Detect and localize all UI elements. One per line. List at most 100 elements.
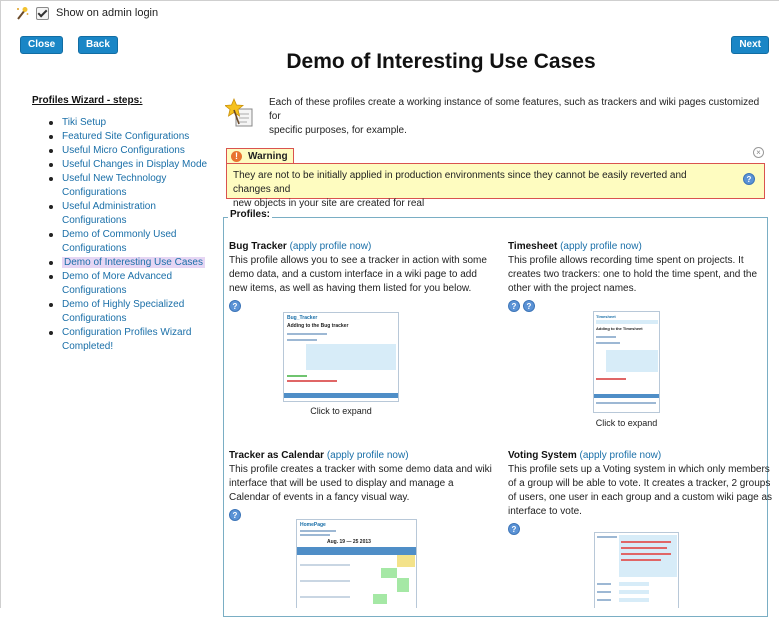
steps-list: Tiki Setup Featured Site Configurations …: [32, 116, 210, 354]
step-useful-micro-configurations[interactable]: Useful Micro Configurations: [32, 144, 210, 158]
step-label[interactable]: Useful Changes in Display Mode: [62, 159, 207, 170]
desc-line: other with the project names.: [508, 283, 637, 294]
profile-description: This profile creates a tracker with some…: [229, 463, 499, 505]
step-label[interactable]: Demo of Interesting Use Cases: [62, 257, 205, 268]
warning-title: Warning: [248, 150, 288, 162]
step-useful-changes-display-mode[interactable]: Useful Changes in Display Mode: [32, 158, 210, 172]
step-label[interactable]: Demo of Commonly Used Configurations: [62, 229, 176, 254]
step-demo-commonly-used[interactable]: Demo of Commonly Used Configurations: [32, 228, 210, 256]
click-to-expand-caption[interactable]: Click to expand: [283, 406, 399, 416]
profile-voting-system: Voting System (apply profile now) This p…: [508, 449, 778, 535]
thumb-event: [397, 578, 409, 592]
thumb-calendar-header: [297, 547, 416, 555]
page-title: Demo of Interesting Use Cases: [286, 50, 596, 73]
step-label[interactable]: Tiki Setup: [62, 117, 106, 128]
close-button[interactable]: Close: [20, 36, 64, 54]
apply-profile-link[interactable]: (apply profile now): [290, 241, 372, 252]
warning-header: ! Warning: [226, 148, 294, 163]
profile-title: Bug Tracker (apply profile now): [229, 240, 499, 254]
thumb-line: [597, 591, 611, 593]
window-frame-top: [0, 0, 779, 1]
step-label[interactable]: Demo of Highly Specialized Configuration…: [62, 299, 184, 324]
thumb-line: [300, 534, 330, 536]
thumb-textarea: [306, 344, 396, 370]
help-icon[interactable]: ?: [229, 509, 241, 521]
thumb-line: [300, 564, 350, 566]
desc-line: This profile sets up a Voting system in …: [508, 464, 770, 475]
thumb-table-header: [284, 393, 398, 398]
thumb-field: [619, 590, 649, 594]
thumb-field: [619, 582, 649, 586]
apply-profile-link[interactable]: (apply profile now): [580, 450, 662, 461]
thumb-line: [287, 375, 307, 377]
next-button[interactable]: Next: [731, 36, 769, 54]
step-label[interactable]: Demo of More Advanced Configurations: [62, 271, 172, 296]
thumb-line: [596, 402, 656, 404]
intro-line-1: Each of these profiles create a working …: [269, 97, 760, 122]
back-button[interactable]: Back: [78, 36, 118, 54]
step-demo-more-advanced[interactable]: Demo of More Advanced Configurations: [32, 270, 210, 298]
step-label[interactable]: Useful New Technology Configurations: [62, 173, 166, 198]
thumb-line: [621, 553, 671, 555]
apply-profile-link[interactable]: (apply profile now): [560, 241, 642, 252]
help-icon[interactable]: ?: [508, 523, 520, 535]
thumb-event: [397, 555, 415, 567]
sidebar-heading: Profiles Wizard - steps:: [32, 95, 143, 106]
desc-line: interface that will be used to display a…: [229, 478, 454, 489]
thumb-line: [287, 339, 317, 341]
desc-line: creates two trackers: one to hold the ti…: [508, 269, 758, 280]
step-tiki-setup[interactable]: Tiki Setup: [32, 116, 210, 130]
thumb-line: [300, 596, 350, 598]
desc-line: This profile allows you to see a tracker…: [229, 255, 487, 266]
window-frame-left: [0, 0, 1, 608]
step-wizard-completed[interactable]: Configuration Profiles Wizard Completed!: [32, 326, 210, 354]
wizard-wand-icon: [17, 7, 29, 20]
profile-description: This profile allows recording time spent…: [508, 254, 778, 296]
warning-text: They are not to be initially applied in …: [233, 169, 723, 211]
warning-line-2: new objects in your site are created for…: [233, 198, 425, 209]
step-useful-new-technology[interactable]: Useful New Technology Configurations: [32, 172, 210, 200]
help-icon[interactable]: ?: [229, 300, 241, 312]
help-icon[interactable]: ?: [508, 300, 520, 312]
apply-profile-link[interactable]: (apply profile now): [327, 450, 409, 461]
intro-line-2: specific purposes, for example.: [269, 125, 407, 136]
desc-line: demo data, and a custom interface in a w…: [229, 269, 477, 280]
step-label[interactable]: Featured Site Configurations: [62, 131, 189, 142]
show-on-admin-login-checkbox[interactable]: [36, 6, 49, 20]
thumb-event: [381, 568, 397, 578]
thumb-line: [300, 580, 350, 582]
profile-description: This profile sets up a Voting system in …: [508, 463, 778, 519]
step-label[interactable]: Useful Micro Configurations: [62, 145, 185, 156]
help-icon[interactable]: ?: [523, 300, 535, 312]
step-featured-site-configurations[interactable]: Featured Site Configurations: [32, 130, 210, 144]
thumb-date-range: Aug. 19 — 25 2013: [327, 539, 371, 545]
thumb-line: [596, 336, 616, 338]
desc-line: of a group will be able to vote. It crea…: [508, 478, 771, 489]
step-label[interactable]: Configuration Profiles Wizard Completed!: [62, 327, 192, 352]
profile-name: Voting System: [508, 450, 577, 461]
voting-system-thumbnail[interactable]: [594, 532, 679, 608]
intro-section: Each of these profiles create a working …: [223, 96, 763, 136]
timesheet-thumbnail[interactable]: Timesheet Adding to the Timesheet: [593, 311, 660, 413]
thumb-title: HomePage: [300, 522, 326, 528]
profile-timesheet: Timesheet (apply profile now) This profi…: [508, 240, 778, 312]
click-to-expand-caption[interactable]: Click to expand: [583, 418, 670, 428]
thumb-strip: [596, 320, 658, 324]
desc-line: new items, as well as having them listed…: [229, 283, 472, 294]
thumb-table-header: [594, 394, 659, 398]
bug-tracker-thumbnail[interactable]: Bug_Tracker Adding to the Bug tracker: [283, 312, 399, 402]
thumb-line: [597, 536, 617, 538]
profile-name: Bug Tracker: [229, 241, 287, 252]
thumb-line: [621, 547, 667, 549]
desc-line: interface to vote.: [508, 506, 582, 517]
thumb-title: Timesheet: [596, 314, 616, 319]
step-useful-administration[interactable]: Useful Administration Configurations: [32, 200, 210, 228]
step-demo-interesting-use-cases[interactable]: Demo of Interesting Use Cases: [32, 256, 210, 270]
step-label[interactable]: Useful Administration Configurations: [62, 201, 156, 226]
thumb-field: [619, 598, 649, 602]
step-demo-highly-specialized[interactable]: Demo of Highly Specialized Configuration…: [32, 298, 210, 326]
close-icon[interactable]: ×: [753, 147, 764, 158]
tracker-calendar-thumbnail[interactable]: HomePage Aug. 19 — 25 2013: [296, 519, 417, 608]
thumb-line: [621, 541, 671, 543]
help-icon[interactable]: ?: [743, 173, 755, 185]
